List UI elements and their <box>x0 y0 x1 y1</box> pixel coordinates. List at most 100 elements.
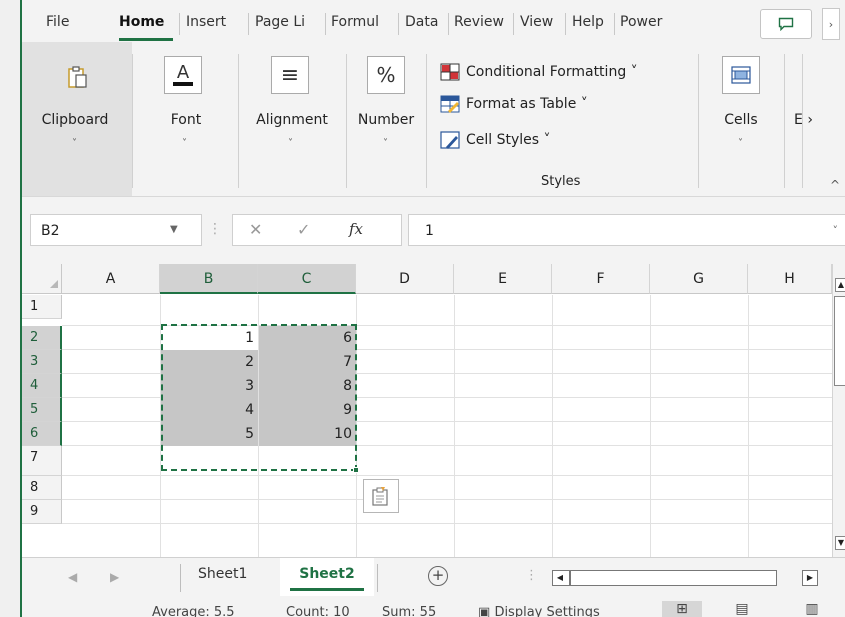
tab-file[interactable]: File <box>46 14 69 30</box>
enter-icon[interactable]: ✓ <box>297 220 310 239</box>
cell-b4[interactable]: 3 <box>161 374 258 398</box>
vertical-scrollbar[interactable]: ▲ ▼ <box>832 264 845 557</box>
row-header-8[interactable]: 8 <box>22 476 62 500</box>
worksheet-grid[interactable]: A B C D E F G H 1 2 3 4 5 6 7 8 9 1 2 3 … <box>22 264 845 557</box>
tab-separator <box>398 13 399 35</box>
clipboard-group[interactable]: Clipboard ˅ <box>22 42 132 196</box>
cells-icon <box>722 56 760 94</box>
tab-power[interactable]: Power <box>620 14 662 30</box>
chevron-right-icon[interactable]: ▶ <box>110 570 119 584</box>
normal-view-icon[interactable]: ⊞ <box>662 601 702 617</box>
cell-b5[interactable]: 4 <box>161 398 258 422</box>
cell-c2[interactable]: 6 <box>259 326 356 350</box>
tab-separator <box>565 13 566 35</box>
column-label: E <box>498 271 507 287</box>
tab-help[interactable]: Help <box>572 14 604 30</box>
sheet-tab-separator <box>377 564 378 592</box>
status-sum: Sum: 55 <box>382 605 437 617</box>
row-header-4[interactable]: 4 <box>22 374 62 398</box>
tab-review[interactable]: Review <box>454 14 504 30</box>
sheet-tab-sheet1[interactable]: Sheet1 <box>198 566 247 582</box>
font-group[interactable]: A Font ˅ <box>134 42 238 196</box>
row-label: 5 <box>30 402 39 417</box>
row-header-7[interactable]: 7 <box>22 446 62 476</box>
page-break-view-icon[interactable]: ▥ <box>792 601 832 617</box>
column-header-d[interactable]: D <box>356 264 454 294</box>
column-header-c[interactable]: C <box>258 264 356 294</box>
styles-group-label: Styles <box>541 174 581 189</box>
editing-group-label[interactable]: E › <box>794 112 813 128</box>
column-header-b[interactable]: B <box>160 264 258 294</box>
row-header-3[interactable]: 3 <box>22 350 62 374</box>
alignment-group[interactable]: ≡ Alignment ˅ <box>238 42 346 196</box>
tab-home[interactable]: Home <box>119 14 164 30</box>
format-as-table-button[interactable]: Format as Table ˅ <box>440 92 588 116</box>
column-header-f[interactable]: F <box>552 264 650 294</box>
cells-group[interactable]: Cells ˅ <box>698 42 784 196</box>
column-label: F <box>596 271 605 287</box>
add-sheet-icon[interactable]: + <box>428 566 448 586</box>
row-label: 7 <box>30 450 39 465</box>
insert-function-icon[interactable]: fx <box>349 220 363 238</box>
formula-input[interactable]: 1 ˅ <box>408 214 845 246</box>
tab-insert[interactable]: Insert <box>186 14 226 30</box>
font-label: Font <box>170 112 202 128</box>
format-as-table-icon <box>440 95 460 113</box>
collapse-ribbon-icon[interactable]: ^ <box>830 178 840 192</box>
sheet-tab-label: Sheet2 <box>299 566 355 582</box>
cell-c4[interactable]: 8 <box>259 374 356 398</box>
align-icon: ≡ <box>271 56 309 94</box>
row-header-6[interactable]: 6 <box>22 422 62 446</box>
gridline <box>454 295 455 557</box>
row-header-9[interactable]: 9 <box>22 500 62 524</box>
row-header-1[interactable]: 1 <box>22 295 62 319</box>
chevron-down-icon: ˅ <box>182 138 187 149</box>
tab-data[interactable]: Data <box>405 14 438 30</box>
cell-b2[interactable]: 1 <box>161 326 258 350</box>
number-group[interactable]: % Number ˅ <box>346 42 426 196</box>
excel-window: File Home Insert Page Li Formul Data Rev… <box>20 0 845 617</box>
tab-page-layout[interactable]: Page Li <box>255 14 305 30</box>
cell-c6[interactable]: 10 <box>259 422 356 446</box>
chevron-down-icon[interactable]: ▼ <box>170 224 178 235</box>
conditional-formatting-button[interactable]: Conditional Formatting ˅ <box>440 60 638 84</box>
tab-scroll-right[interactable]: › <box>822 8 840 40</box>
chevron-right-icon: › <box>807 112 813 128</box>
column-header-h[interactable]: H <box>748 264 832 294</box>
fill-handle[interactable] <box>353 467 359 473</box>
vertical-scroll-thumb[interactable] <box>834 296 845 386</box>
cell-c5[interactable]: 9 <box>259 398 356 422</box>
scroll-up-icon[interactable]: ▲ <box>835 278 845 292</box>
comments-button[interactable] <box>760 9 812 39</box>
tab-view[interactable]: View <box>520 14 553 30</box>
cell-b6[interactable]: 5 <box>161 422 258 446</box>
display-settings-button[interactable]: ▣ Display Settings <box>478 605 600 617</box>
expand-formula-bar-icon[interactable]: ˅ <box>833 224 839 237</box>
chevron-left-icon[interactable]: ◀ <box>68 570 77 584</box>
tab-formulas[interactable]: Formul <box>331 14 379 30</box>
formula-bar: B2 ▼ ⋮ ✕ ✓ fx 1 ˅ <box>22 208 845 252</box>
cancel-icon[interactable]: ✕ <box>249 220 262 239</box>
scroll-right-icon[interactable]: ▶ <box>802 570 818 586</box>
active-tab-underline <box>119 38 173 41</box>
chevron-down-icon: ˅ <box>738 138 743 149</box>
horizontal-scroll-thumb[interactable] <box>569 571 571 585</box>
row-label: 8 <box>30 480 39 495</box>
group-separator <box>426 54 427 188</box>
scroll-left-icon[interactable]: ◀ <box>553 571 567 585</box>
status-bar: Average: 5.5 Count: 10 Sum: 55 ▣ Display… <box>22 597 845 617</box>
column-header-g[interactable]: G <box>650 264 748 294</box>
cell-c3[interactable]: 7 <box>259 350 356 374</box>
cell-value: 10 <box>334 426 352 442</box>
row-header-2[interactable]: 2 <box>22 326 62 350</box>
cell-styles-button[interactable]: Cell Styles ˅ <box>440 128 551 152</box>
column-header-e[interactable]: E <box>454 264 552 294</box>
row-header-5[interactable]: 5 <box>22 398 62 422</box>
cell-b3[interactable]: 2 <box>161 350 258 374</box>
page-layout-view-icon[interactable]: ▤ <box>722 601 762 617</box>
select-all-corner[interactable] <box>22 264 62 294</box>
scroll-down-icon[interactable]: ▼ <box>835 536 845 550</box>
column-header-a[interactable]: A <box>62 264 160 294</box>
paste-options-button[interactable] <box>363 479 399 513</box>
horizontal-scrollbar[interactable]: ◀ <box>552 570 777 586</box>
